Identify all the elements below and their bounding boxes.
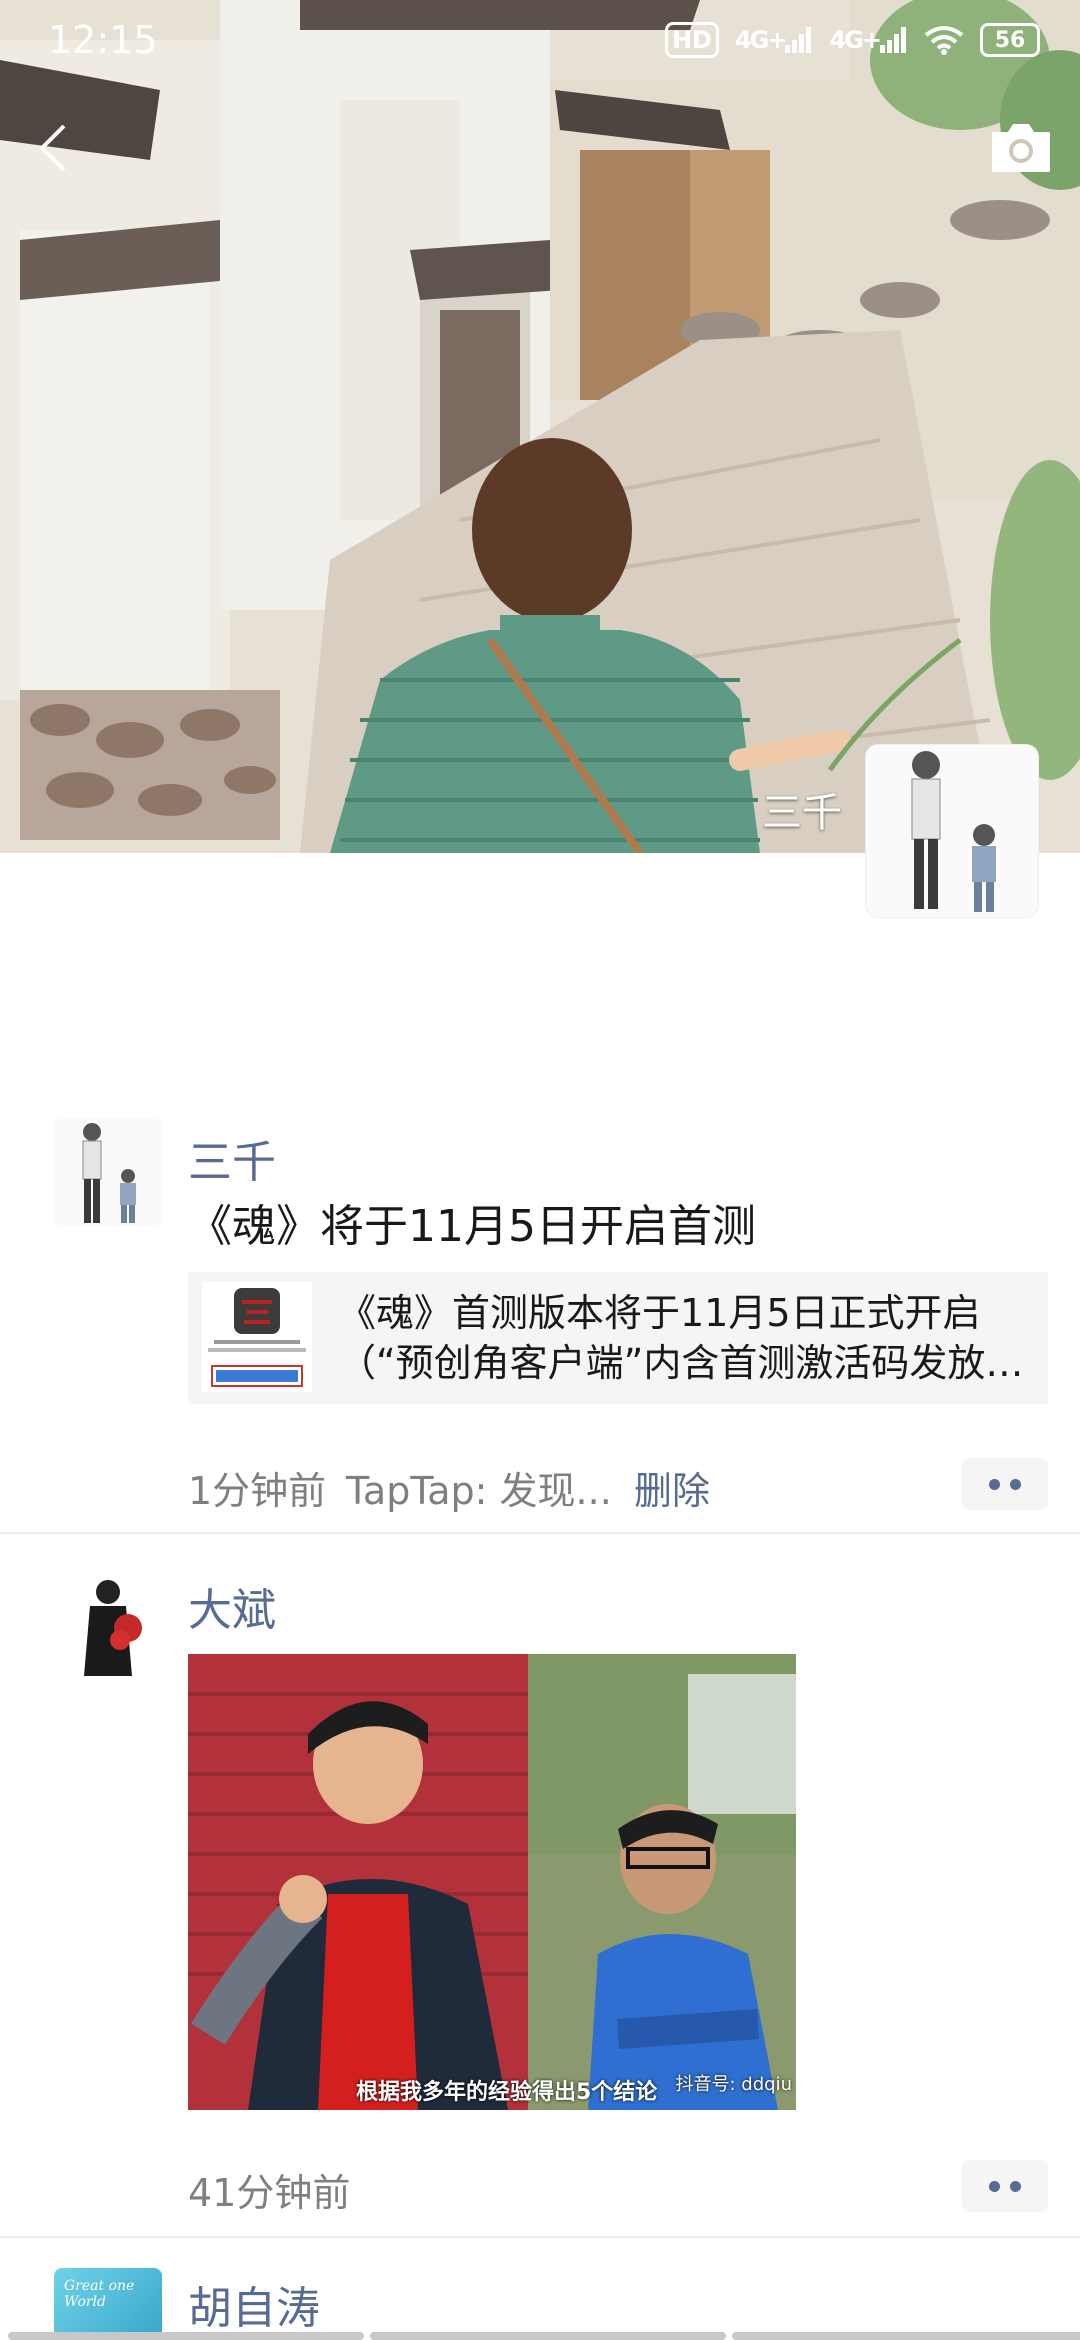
cover-image[interactable]: 12:15 HD 4G+ 4G+ 56 三千 <box>0 0 1080 853</box>
delete-button[interactable]: 删除 <box>634 1460 710 1515</box>
signal-bars-icon-2 <box>880 27 906 53</box>
link-card[interactable]: 《魂》首测版本将于11月5日正式开启 （“预创角客户端”内含首测激活码发放… <box>188 1272 1048 1404</box>
link-subtitle: （“预创角客户端”内含首测激活码发放… <box>338 1341 1024 1385</box>
more-options-button[interactable] <box>962 2160 1048 2212</box>
cover-illustration <box>0 0 1080 853</box>
link-thumbnail <box>202 1282 312 1392</box>
post-divider <box>0 2236 1080 2238</box>
signal-bars-icon <box>785 27 812 53</box>
video-caption: 根据我多年的经验得出5个结论 <box>356 2080 658 2105</box>
indicator-segment <box>8 2332 364 2340</box>
dot-icon <box>989 2180 1000 2192</box>
avatar-illustration <box>866 745 1038 917</box>
avatar-illustration <box>54 1570 162 1678</box>
chevron-left-icon <box>39 124 66 172</box>
dot-icon <box>989 1478 1000 1490</box>
avatar-text: Great one World <box>64 2278 135 2310</box>
indicator-segment <box>732 2332 1080 2340</box>
post-nickname[interactable]: 大斌 <box>188 1574 276 1638</box>
app-thumbnail-icon <box>202 1282 312 1392</box>
camera-button[interactable] <box>990 120 1052 174</box>
status-time: 12:15 <box>48 18 158 62</box>
post-time: 41分钟前 <box>188 2171 351 2215</box>
post-time: 1分钟前 <box>188 1469 327 1513</box>
post-avatar[interactable]: Great one World <box>54 2268 162 2340</box>
dot-icon <box>1010 1478 1021 1490</box>
network-type-2: 4G+ <box>829 26 881 54</box>
post-nickname[interactable]: 胡自涛 <box>188 2272 320 2336</box>
profile-avatar[interactable] <box>866 745 1038 917</box>
photo-illustration <box>188 1654 796 2110</box>
post-image[interactable]: 根据我多年的经验得出5个结论 抖音号: ddqiu <box>188 1654 796 2110</box>
dot-icon <box>1010 2180 1021 2192</box>
post-avatar[interactable] <box>54 1118 162 1226</box>
network-type-1: 4G+ <box>734 26 787 54</box>
video-watermark: 抖音号: ddqiu <box>675 2074 792 2095</box>
post-nickname[interactable]: 三千 <box>188 1126 276 1190</box>
post-divider <box>0 1532 1080 1534</box>
signal-icon-2: 4G+ <box>829 26 908 54</box>
back-button[interactable] <box>28 118 78 178</box>
status-icons: HD 4G+ 4G+ 56 <box>664 22 1040 58</box>
status-bar: 12:15 HD 4G+ 4G+ 56 <box>0 0 1080 84</box>
more-options-button[interactable] <box>962 1458 1048 1510</box>
avatar-illustration <box>54 1118 162 1226</box>
signal-icon: 4G+ <box>735 26 814 54</box>
battery-icon: 56 <box>980 23 1040 57</box>
bottom-indicator <box>0 2332 1080 2340</box>
post-source[interactable]: TapTap: 发现... <box>346 1460 612 1515</box>
hd-icon: HD <box>664 22 719 58</box>
post-text: 《魂》将于11月5日开启首测 <box>188 1201 756 1252</box>
link-title: 《魂》首测版本将于11月5日正式开启 <box>338 1291 981 1335</box>
wifi-icon <box>924 26 964 55</box>
post-avatar[interactable] <box>54 1570 162 1678</box>
indicator-segment <box>370 2332 726 2340</box>
avatar-background: Great one World <box>54 2268 162 2340</box>
cover-username: 三千 <box>762 790 842 836</box>
camera-icon <box>992 124 1050 172</box>
